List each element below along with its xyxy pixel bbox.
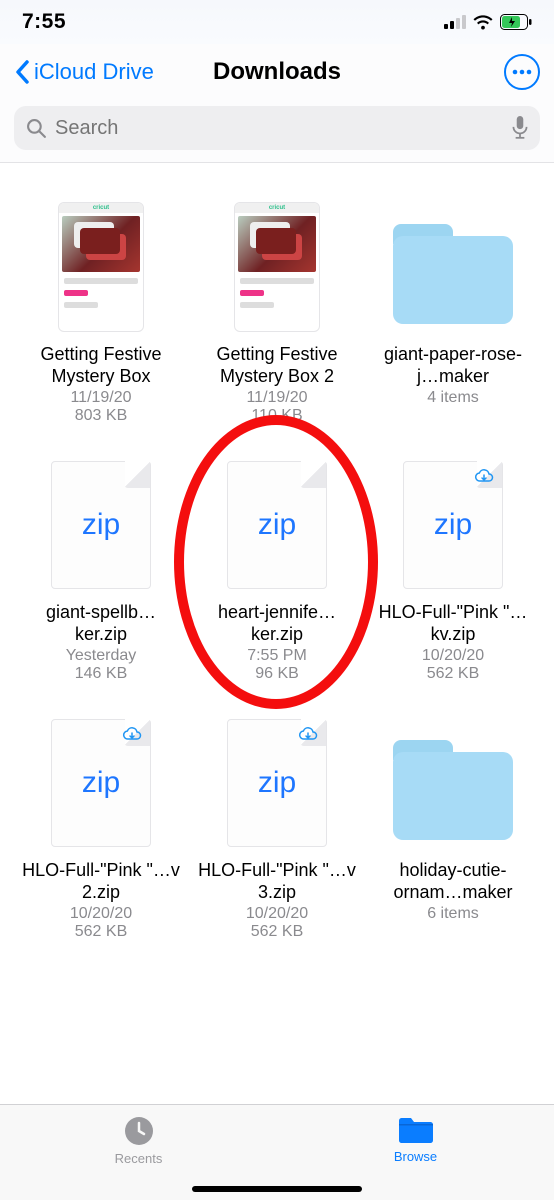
file-item[interactable]: cricut Getting Festive Mystery Box 2 11/19… (194, 197, 360, 425)
folder-icon (397, 1115, 435, 1145)
file-grid: cricut Getting Festive Mystery Box 11/19/2… (18, 197, 536, 941)
file-name: holiday-cutie-ornam…maker (373, 859, 533, 903)
file-meta-date: Yesterday (66, 647, 137, 665)
battery-charging-icon (500, 14, 532, 30)
search-bar (0, 100, 554, 163)
zip-file-icon: zip (41, 455, 161, 595)
file-item[interactable]: zip giant-spellb…ker.zip Yesterday146 KB (18, 455, 184, 683)
folder-icon (393, 197, 513, 337)
status-icons (444, 14, 532, 30)
file-item[interactable]: zip HLO-Full-"Pink "…v 2.zip 10/20/20562 K… (18, 713, 184, 941)
search-field[interactable] (14, 106, 540, 150)
file-item[interactable]: giant-paper-rose-j…maker 4 items (370, 197, 536, 425)
search-icon (26, 118, 47, 139)
zip-label: zip (258, 508, 296, 542)
more-button[interactable] (504, 54, 540, 90)
file-meta-date: 11/19/20 (246, 389, 307, 407)
file-name: HLO-Full-"Pink "…v 2.zip (21, 859, 181, 903)
back-button[interactable]: iCloud Drive (14, 59, 154, 85)
zip-label: zip (82, 508, 120, 542)
file-item[interactable]: holiday-cutie-ornam…maker 6 items (370, 713, 536, 941)
file-meta-size: 803 KB (75, 407, 127, 425)
file-name: Getting Festive Mystery Box (21, 343, 181, 387)
file-meta-date: 4 items (427, 389, 479, 407)
file-meta-date: 7:55 PM (247, 647, 307, 665)
file-item[interactable]: zip HLO-Full-"Pink "…kv.zip 10/20/20562 KB (370, 455, 536, 683)
zip-file-icon: zip (217, 455, 337, 595)
zip-file-icon: zip (217, 713, 337, 853)
wifi-icon (472, 14, 494, 30)
clock-icon (123, 1115, 155, 1147)
nav-bar: iCloud Drive Downloads (0, 44, 554, 100)
file-grid-area: cricut Getting Festive Mystery Box 11/19/2… (0, 163, 554, 1093)
file-name: heart-jennife…ker.zip (197, 601, 357, 645)
file-meta-date: 10/20/20 (422, 647, 484, 665)
file-meta-size: 562 KB (251, 923, 303, 941)
file-meta-size: 146 KB (75, 665, 127, 683)
status-time: 7:55 (22, 10, 66, 34)
file-item[interactable]: zip HLO-Full-"Pink "…v 3.zip 10/20/20562 K… (194, 713, 360, 941)
tab-recents-label: Recents (115, 1151, 163, 1166)
home-indicator[interactable] (192, 1186, 362, 1192)
file-item[interactable]: cricut Getting Festive Mystery Box 11/19/2… (18, 197, 184, 425)
page-thumbnail-icon: cricut (217, 197, 337, 337)
file-meta-date: 10/20/20 (70, 905, 132, 923)
folder-icon (393, 713, 513, 853)
cloud-download-icon (474, 468, 494, 489)
file-name: HLO-Full-"Pink "…kv.zip (373, 601, 533, 645)
back-label: iCloud Drive (34, 59, 154, 85)
ellipsis-icon (512, 69, 532, 75)
status-bar: 7:55 (0, 0, 554, 44)
file-name: giant-spellb…ker.zip (21, 601, 181, 645)
tab-browse-label: Browse (394, 1149, 437, 1164)
zip-file-icon: zip (41, 713, 161, 853)
file-item[interactable]: zip heart-jennife…ker.zip 7:55 PM96 KB (194, 455, 360, 683)
file-meta-size: 110 KB (251, 407, 302, 425)
chevron-left-icon (14, 60, 30, 84)
search-input[interactable] (55, 117, 504, 140)
zip-label: zip (434, 508, 472, 542)
file-name: HLO-Full-"Pink "…v 3.zip (197, 859, 357, 903)
cloud-download-icon (298, 726, 318, 747)
cloud-download-icon (122, 726, 142, 747)
tab-bar: Recents Browse (0, 1104, 554, 1200)
file-name: Getting Festive Mystery Box 2 (197, 343, 357, 387)
zip-label: zip (258, 766, 296, 800)
file-name: giant-paper-rose-j…maker (373, 343, 533, 387)
file-meta-date: 11/19/20 (70, 389, 131, 407)
file-meta-size: 96 KB (255, 665, 299, 683)
page-thumbnail-icon: cricut (41, 197, 161, 337)
zip-file-icon: zip (393, 455, 513, 595)
file-meta-date: 6 items (427, 905, 479, 923)
zip-label: zip (82, 766, 120, 800)
page-title: Downloads (213, 58, 341, 86)
cellular-icon (444, 15, 466, 29)
file-meta-date: 10/20/20 (246, 905, 308, 923)
file-meta-size: 562 KB (427, 665, 479, 683)
file-meta-size: 562 KB (75, 923, 127, 941)
microphone-icon[interactable] (512, 116, 528, 140)
